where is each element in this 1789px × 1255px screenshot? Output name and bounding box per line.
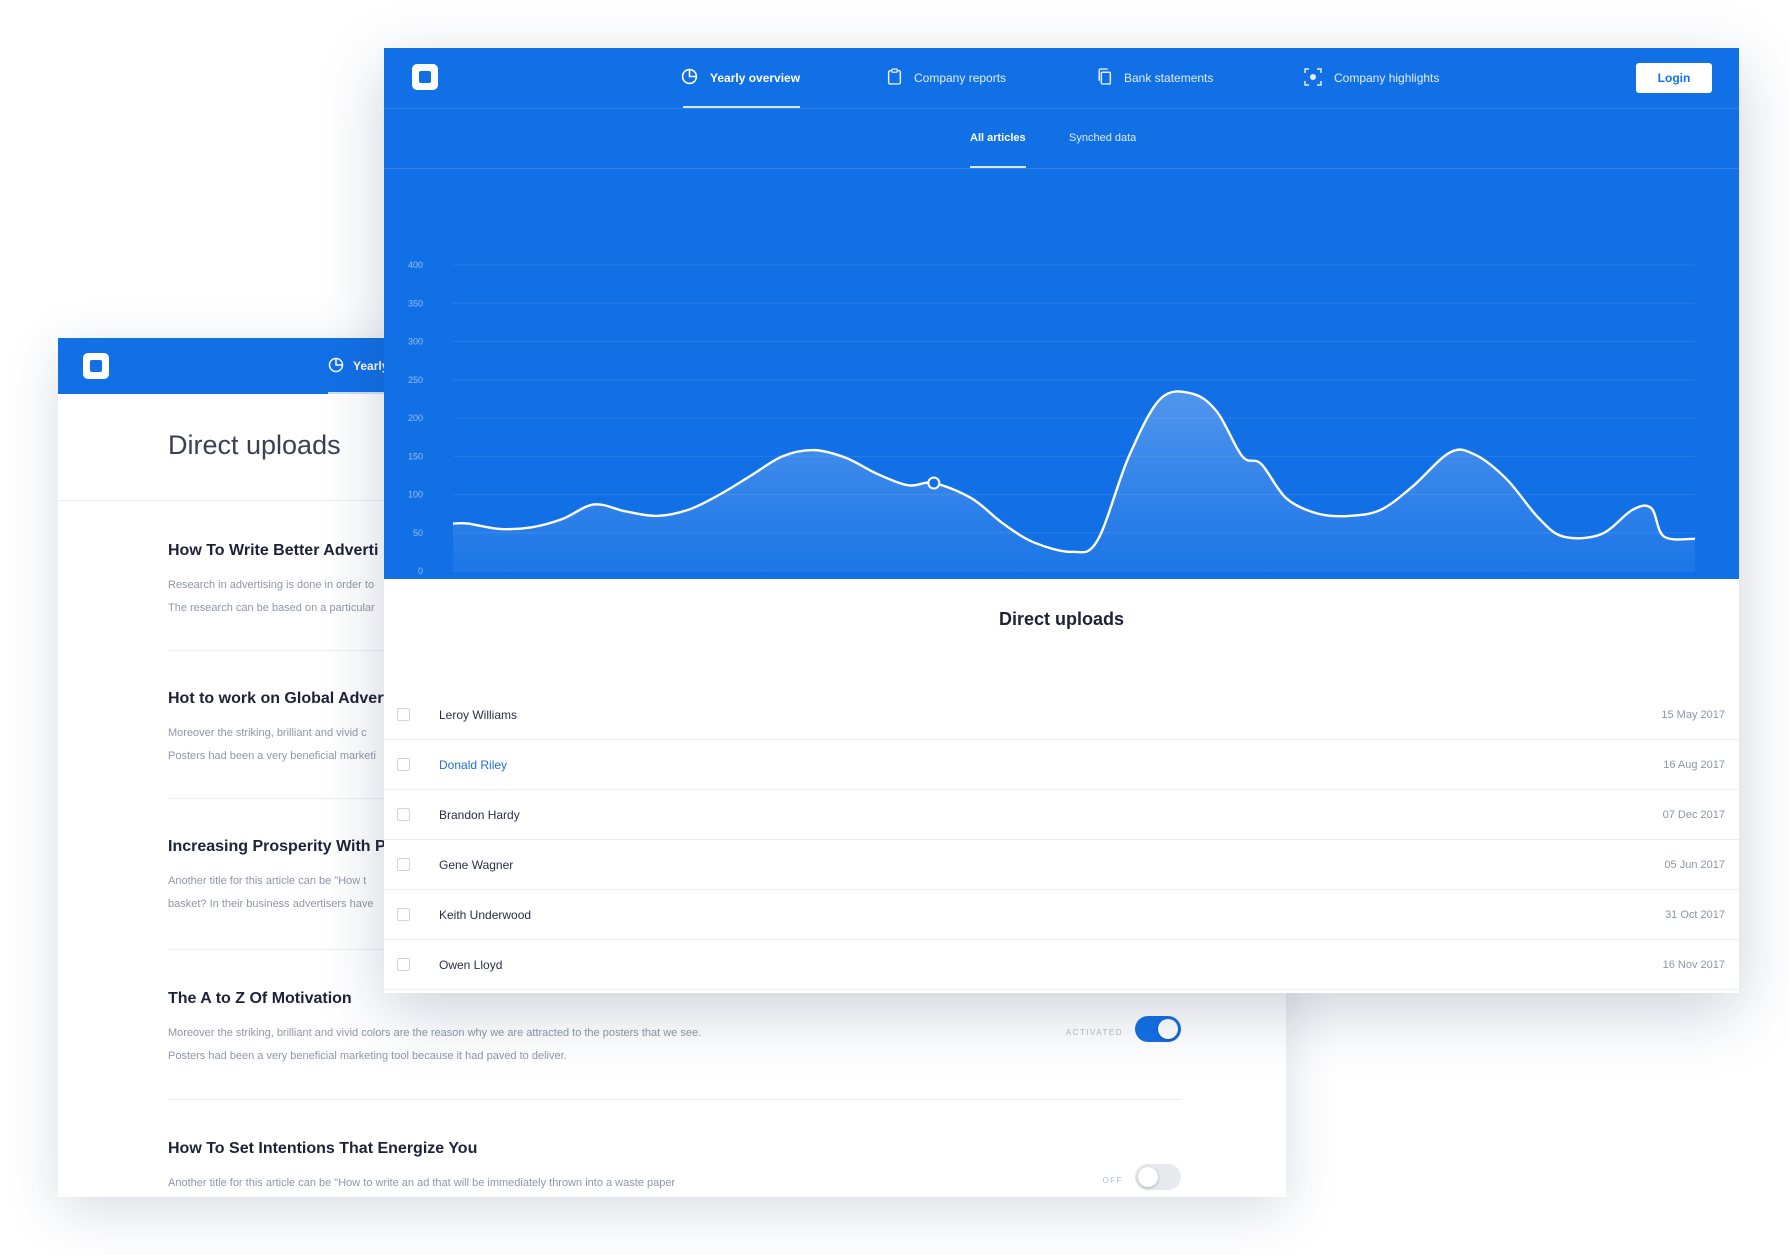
list-title: Direct uploads (998, 609, 1125, 629)
row-date: 16 Nov 2017 (1662, 958, 1725, 971)
row-name[interactable]: Owen Lloyd (439, 958, 502, 972)
activation-toggle[interactable] (1135, 1164, 1181, 1190)
main-nav: Yearly overview Company reports Bank sta… (384, 48, 1739, 108)
clipboard-icon (887, 68, 902, 88)
row-name[interactable]: Keith Underwood (439, 908, 531, 922)
nav-tab-label: Yearly overview (710, 71, 801, 85)
table-row[interactable]: Gene Wagner 05 Jun 2017 (384, 840, 1739, 890)
row-name[interactable]: Donald Riley (439, 758, 507, 772)
nav-tab-label: Company reports (914, 71, 1007, 85)
row-date: 07 Dec 2017 (1662, 808, 1725, 821)
activation-toggle[interactable] (1135, 1016, 1181, 1042)
article-excerpt-line: Another title for this article can be "H… (168, 1177, 676, 1189)
pie-chart-icon (681, 68, 698, 88)
page-title: Direct uploads (168, 430, 341, 460)
row-checkbox[interactable] (397, 958, 410, 971)
nav-tab-company-reports[interactable]: Company reports (887, 48, 1006, 108)
toggle-knob (1158, 1019, 1178, 1039)
table-row[interactable]: Keith Underwood 31 Oct 2017 (384, 890, 1739, 940)
nav-tab-label: Bank statements (1124, 71, 1214, 85)
row-checkbox[interactable] (397, 808, 410, 821)
article-excerpt-line: Moreover the striking, brilliant and viv… (168, 1027, 702, 1039)
chart-panel: Yearly overview Company reports Bank sta… (384, 48, 1739, 579)
article-title[interactable]: How To Set Intentions That Energize You (168, 1140, 1181, 1158)
subtab-all-articles[interactable]: All articles (970, 108, 1026, 168)
table-row[interactable]: Donald Riley 16 Aug 2017 (384, 740, 1739, 790)
y-tick-label: 50 (413, 528, 423, 538)
toggle-status-label: OFF (1102, 1176, 1123, 1185)
login-button[interactable]: Login (1636, 63, 1712, 93)
area-chart: 0501001502002503003504000102030405060708… (408, 260, 1696, 576)
nav-tab-yearly-overview[interactable]: Yearly overview (681, 48, 801, 108)
y-tick-label: 200 (408, 413, 423, 423)
subtab-label: Synched data (1069, 132, 1137, 144)
highlighted-data-point (927, 476, 941, 490)
article-item[interactable]: The A to Z Of Motivation Moreover the st… (168, 990, 1181, 1100)
y-tick-label: 250 (408, 375, 423, 385)
row-date: 16 Aug 2017 (1663, 758, 1725, 771)
logo[interactable] (83, 353, 109, 379)
article-excerpt-line: Posters had been a very beneficial marke… (168, 1050, 567, 1062)
nav-tab-label: Company highlights (1334, 71, 1440, 85)
row-name[interactable]: Brandon Hardy (439, 808, 520, 822)
row-checkbox[interactable] (397, 708, 410, 721)
y-tick-label: 100 (408, 490, 423, 500)
article-divider (168, 1099, 1181, 1100)
table-row[interactable]: Owen Lloyd 16 Nov 2017 (384, 940, 1739, 990)
table-row[interactable]: Isaac McKinney05 Apr 2017 (384, 990, 1739, 993)
row-checkbox[interactable] (397, 858, 410, 871)
y-tick-label: 350 (408, 298, 423, 308)
back-nav-tab-yearly[interactable]: Yearly (328, 338, 450, 394)
toggle-status-label: ACTIVATED (1065, 1028, 1123, 1037)
copy-icon (1097, 68, 1112, 88)
y-tick-label: 400 (408, 260, 423, 270)
focus-icon (1304, 67, 1322, 89)
nav-divider (384, 108, 1739, 109)
pie-chart-icon (328, 357, 344, 376)
nav-tab-company-highlights[interactable]: Company highlights (1304, 48, 1439, 108)
subtab-label: All articles (970, 132, 1026, 144)
y-tick-label: 150 (408, 451, 423, 461)
y-tick-label: 0 (418, 566, 423, 576)
row-date: 31 Oct 2017 (1665, 908, 1725, 921)
subtab-synched-data[interactable]: Synched data (1069, 108, 1136, 168)
article-item[interactable]: How To Set Intentions That Energize You … (168, 1140, 1181, 1195)
row-name[interactable]: Leroy Williams (439, 708, 517, 722)
table-row[interactable]: Brandon Hardy 07 Dec 2017 (384, 790, 1739, 840)
toggle-knob (1138, 1167, 1158, 1187)
row-checkbox[interactable] (397, 908, 410, 921)
y-tick-label: 300 (408, 337, 423, 347)
row-date: 05 Jun 2017 (1664, 858, 1725, 871)
row-date: 15 May 2017 (1661, 708, 1725, 721)
row-checkbox[interactable] (397, 758, 410, 771)
row-name[interactable]: Gene Wagner (439, 858, 513, 872)
foreground-window: Yearly overview Company reports Bank sta… (384, 48, 1739, 993)
table-row[interactable]: Leroy Williams 15 May 2017 (384, 690, 1739, 740)
nav-tab-bank-statements[interactable]: Bank statements (1097, 48, 1213, 108)
